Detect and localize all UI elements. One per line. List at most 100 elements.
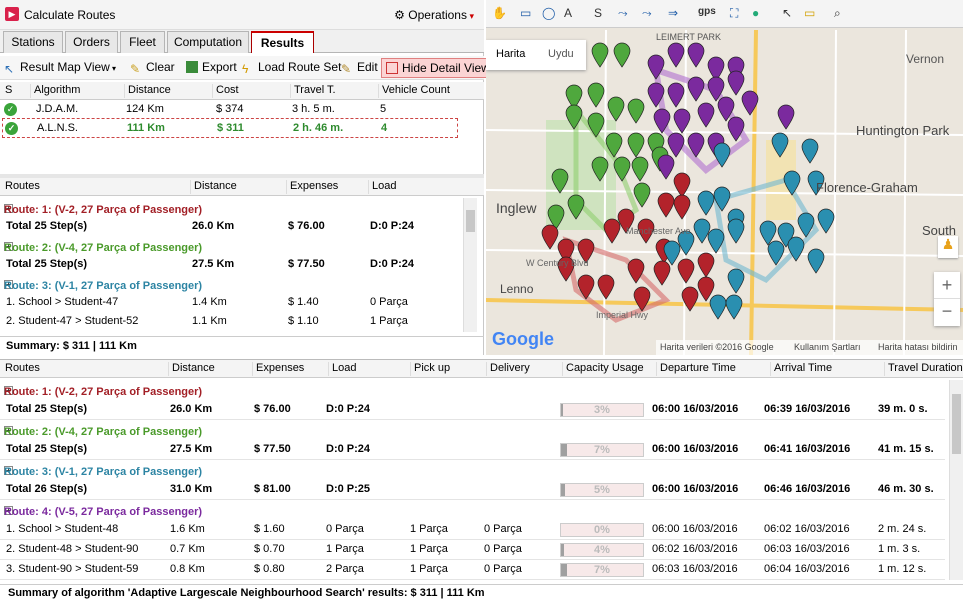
pointer-icon[interactable]: ↖ [782,6,792,20]
map-pin-icon[interactable] [817,208,835,237]
map-pin-icon[interactable] [687,132,705,161]
rectangle-icon[interactable]: ▭ [520,6,531,20]
gps-button[interactable]: gps [698,6,716,17]
hand-icon[interactable]: ✋ [492,6,507,20]
col-s[interactable]: S [2,84,12,98]
zoom-out-button[interactable]: − [934,299,960,325]
col-distance[interactable]: Distance [190,180,237,194]
load-route-set-button[interactable]: ϟ Load Route Set [242,60,341,76]
map-pin-icon[interactable] [591,156,609,185]
col-routes[interactable]: Routes [2,180,40,194]
col-distance[interactable]: Distance [124,84,171,98]
map-pin-icon[interactable] [697,102,715,131]
route-group-1[interactable]: + Route: 1: (V-2, 27 Parça of Passenger) [0,198,460,217]
route-b-icon[interactable]: ⤳ [642,6,652,21]
map-pin-icon[interactable] [673,194,691,223]
col-expenses[interactable]: Expenses [252,362,304,376]
col-cost[interactable]: Cost [212,84,239,98]
tab-fleet[interactable]: Fleet [120,31,165,53]
map-pin-icon[interactable] [687,42,705,71]
algorithm-row-selected[interactable]: ✓ A.L.N.S. 111 Km $ 311 2 h. 46 m. 4 [2,118,458,138]
route-group-4[interactable]: + Route: 4: (V-5, 27 Parça of Passenger) [0,500,945,519]
col-duration[interactable]: Travel Duration [884,362,963,376]
route-group-2[interactable]: + Route: 2: (V-4, 27 Parça of Passenger) [0,236,460,255]
map-pin-icon[interactable] [597,274,615,303]
step-row[interactable]: 1. School > Student-47 1.4 Km $ 1.40 0 P… [0,293,460,312]
map-pin-icon[interactable] [807,248,825,277]
map-pin-icon[interactable] [777,104,795,133]
operations-menu[interactable]: ⚙ Operations ▾ [394,8,474,22]
algorithm-row[interactable]: ✓ J.D.A.M. 124 Km $ 374 3 h. 5 m. 5 [0,100,484,119]
map-pin-icon[interactable] [667,42,685,71]
col-delivery[interactable]: Delivery [486,362,530,376]
edit-button[interactable]: ✎ Edit [341,60,378,76]
zoom-in-button[interactable]: + [934,272,960,299]
route-group-2[interactable]: + Route: 2: (V-4, 27 Parça of Passenger) [0,420,945,439]
map-pin-icon[interactable] [591,42,609,71]
map-pin-icon[interactable] [587,112,605,141]
map-pin-icon[interactable] [667,82,685,111]
lasso-icon[interactable]: ◯ [542,6,555,20]
details-scrollbar[interactable] [949,380,963,580]
col-routes[interactable]: Routes [2,362,40,376]
map-pin-icon[interactable] [725,294,743,323]
map-pin-icon[interactable] [613,156,631,185]
map-pin-icon[interactable] [771,132,789,161]
step-row[interactable]: 2. Student-47 > Student-52 1.1 Km $ 1.10… [0,312,460,331]
export-button[interactable]: Export [186,60,237,74]
report-link[interactable]: Harita hatası bildirin [878,342,958,352]
col-load[interactable]: Load [328,362,356,376]
map-pin-icon[interactable] [687,76,705,105]
col-distance[interactable]: Distance [168,362,215,376]
map-pin-icon[interactable] [603,218,621,247]
map-pin-icon[interactable] [681,286,699,315]
map-pin-icon[interactable] [787,236,805,265]
route-group-1[interactable]: + Route: 1: (V-2, 27 Parça of Passenger) [0,380,945,399]
map-pin-icon[interactable] [567,194,585,223]
tab-results[interactable]: Results [251,31,314,53]
scroll-thumb[interactable] [952,394,961,454]
col-pickup[interactable]: Pick up [410,362,450,376]
routes-scrollbar[interactable] [463,198,477,332]
map-pin-icon[interactable] [565,104,583,133]
route-group-3[interactable]: + Route: 3: (V-1, 27 Parça of Passenger) [0,460,945,479]
globe-icon[interactable]: ● [752,6,759,20]
step-row[interactable]: 1. School > Student-48 1.6 Km $ 1.60 0 Parç… [0,520,945,539]
col-expenses[interactable]: Expenses [286,180,338,194]
map-pin-icon[interactable] [633,182,651,211]
col-vehicle-count[interactable]: Vehicle Count [378,84,450,98]
map-pin-icon[interactable] [627,98,645,127]
step-row[interactable]: 3. Student-90 > Student-59 0.8 Km $ 0.80 2 … [0,560,945,579]
comment-icon[interactable]: ▭ [804,6,815,20]
map-pin-icon[interactable] [727,116,745,145]
col-travel[interactable]: Travel T. [290,84,336,98]
tab-stations[interactable]: Stations [3,31,63,53]
map-pin-icon[interactable] [741,90,759,119]
map-pin-icon[interactable] [713,142,731,171]
tab-computation[interactable]: Computation [167,31,249,53]
map-pin-icon[interactable] [767,240,785,269]
map-pin-icon[interactable] [551,168,569,197]
clear-button[interactable]: ✎ Clear [130,60,175,76]
map-pin-icon[interactable] [727,268,745,297]
map-view[interactable]: Harita Uydu LEIMERT PARK Vernon Huntingt… [486,0,963,355]
map-pin-icon[interactable] [631,156,649,185]
col-arrival[interactable]: Arrival Time [770,362,832,376]
result-map-view-button[interactable]: ↖ Result Map View ▾ [4,60,116,76]
fit-icon[interactable]: ⛶ [730,6,738,21]
map-pin-icon[interactable] [577,274,595,303]
map-pin-icon[interactable] [647,54,665,83]
terms-link[interactable]: Kullanım Şartları [794,342,861,352]
col-algorithm[interactable]: Algorithm [30,84,80,98]
map-pin-icon[interactable] [613,42,631,71]
map-pin-icon[interactable] [783,170,801,199]
map-pin-icon[interactable] [587,82,605,111]
col-capacity-usage[interactable]: Capacity Usage [562,362,644,376]
map-pin-icon[interactable] [707,228,725,257]
map-pin-icon[interactable] [801,138,819,167]
tab-orders[interactable]: Orders [65,31,118,53]
map-type-harita[interactable]: Harita [496,48,525,60]
route-group-3[interactable]: + Route: 3: (V-1, 27 Parça of Passenger) [0,274,460,293]
step-row[interactable]: 2. Student-48 > Student-90 0.7 Km $ 0.70 1 … [0,540,945,559]
curve-icon[interactable]: S [594,6,602,20]
